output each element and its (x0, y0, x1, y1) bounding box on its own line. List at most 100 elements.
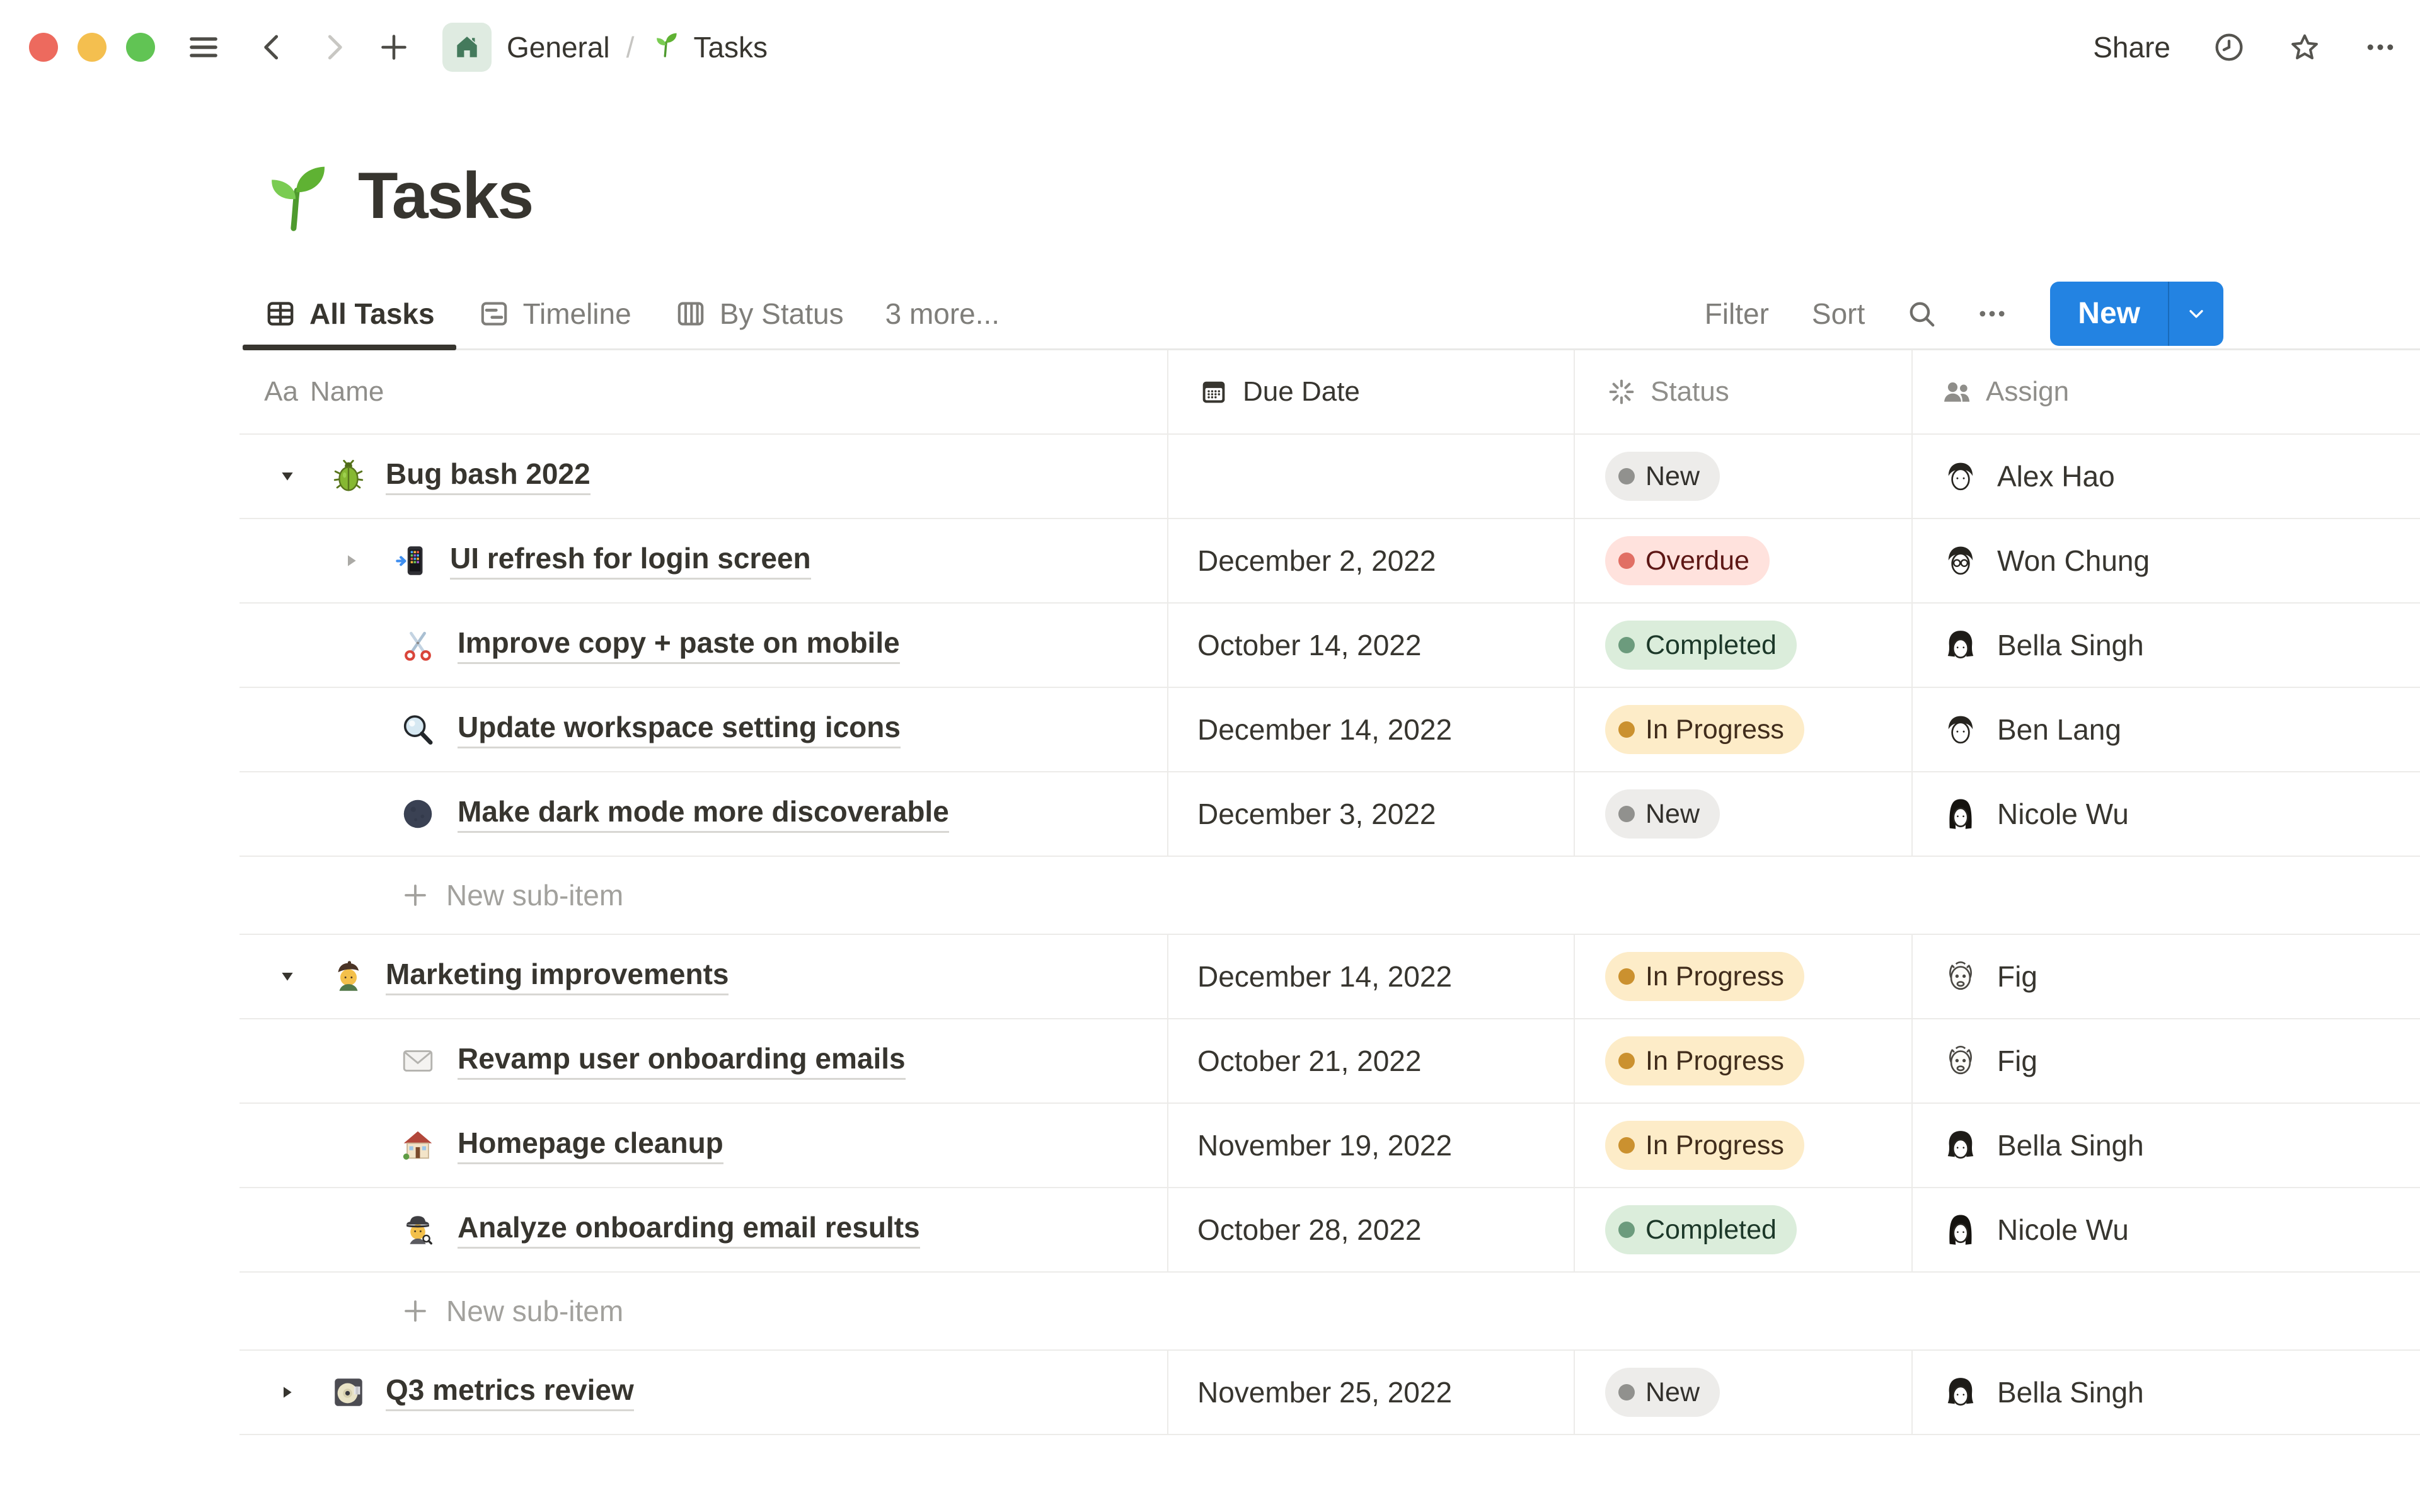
cell-due-date[interactable]: December 14, 2022 (1167, 688, 1574, 771)
cell-status[interactable]: Overdue (1574, 519, 1911, 602)
cell-due-date[interactable]: October 28, 2022 (1167, 1188, 1574, 1271)
cell-status[interactable]: In Progress (1574, 688, 1911, 771)
cell-due-date[interactable]: November 25, 2022 (1167, 1351, 1574, 1434)
status-badge[interactable]: New (1605, 789, 1720, 839)
cell-status[interactable]: In Progress (1574, 1019, 1911, 1102)
close-button[interactable] (29, 33, 58, 62)
toggle-down-icon[interactable] (270, 466, 305, 486)
tab-timeline[interactable]: Timeline (456, 278, 653, 348)
task-name-link[interactable]: Update workspace setting icons (458, 711, 901, 749)
history-clock-icon[interactable] (2212, 30, 2246, 64)
cell-status[interactable]: Completed (1574, 604, 1911, 687)
view-options-icon[interactable] (1957, 295, 2027, 333)
status-badge[interactable]: Completed (1605, 621, 1797, 670)
toggle-right-icon[interactable] (334, 551, 369, 571)
avatar (1940, 956, 1981, 997)
cell-due-date[interactable]: October 14, 2022 (1167, 604, 1574, 687)
text-property-icon: Aa (264, 376, 298, 407)
status-badge[interactable]: New (1605, 452, 1720, 501)
cell-name: Improve copy + paste on mobile (239, 604, 1167, 687)
assignee-name: Nicole Wu (1997, 1213, 2129, 1246)
minimize-button[interactable] (78, 33, 107, 62)
task-name-link[interactable]: Revamp user onboarding emails (458, 1042, 906, 1080)
cell-due-date[interactable]: October 21, 2022 (1167, 1019, 1574, 1102)
toggle-right-icon[interactable] (270, 1382, 305, 1402)
search-icon[interactable] (1886, 295, 1957, 333)
assignee-name: Nicole Wu (1997, 798, 2129, 830)
filter-button[interactable]: Filter (1683, 297, 1790, 331)
status-badge[interactable]: Completed (1605, 1205, 1797, 1254)
breadcrumb-teamspace[interactable]: General (442, 23, 610, 72)
status-badge[interactable]: In Progress (1605, 1036, 1804, 1085)
cell-assign[interactable]: Ben Lang (1911, 688, 2420, 771)
status-badge[interactable]: New (1605, 1368, 1720, 1417)
task-name-link[interactable]: Marketing improvements (386, 958, 729, 996)
cell-status[interactable]: New (1574, 435, 1911, 518)
new-sub-item-button[interactable]: New sub-item (239, 1273, 2420, 1349)
column-header-name[interactable]: Aa Name (239, 350, 1167, 433)
task-name-link[interactable]: Q3 metrics review (386, 1373, 634, 1412)
status-badge[interactable]: In Progress (1605, 952, 1804, 1001)
page-title[interactable]: Tasks (358, 159, 534, 234)
cell-assign[interactable]: Bella Singh (1911, 604, 2420, 687)
cell-assign[interactable]: Fig (1911, 1019, 2420, 1102)
share-button[interactable]: Share (2093, 30, 2170, 64)
cell-name: Analyze onboarding email results (239, 1188, 1167, 1271)
status-badge[interactable]: Overdue (1605, 536, 1770, 585)
cell-assign[interactable]: Bella Singh (1911, 1351, 2420, 1434)
task-name-link[interactable]: Improve copy + paste on mobile (458, 626, 900, 665)
task-name-link[interactable]: Analyze onboarding email results (458, 1211, 920, 1249)
cell-assign[interactable]: Won Chung (1911, 519, 2420, 602)
plus-icon (401, 1297, 430, 1326)
status-label: Completed (1645, 1214, 1777, 1245)
cell-assign[interactable]: Nicole Wu (1911, 772, 2420, 856)
back-icon[interactable] (256, 30, 290, 64)
breadcrumb-page[interactable]: Tasks (650, 29, 768, 66)
tab-by-status[interactable]: By Status (653, 278, 865, 348)
cell-assign[interactable]: Bella Singh (1911, 1104, 2420, 1187)
cell-status[interactable]: Completed (1574, 1188, 1911, 1271)
cell-due-date[interactable]: December 2, 2022 (1167, 519, 1574, 602)
cell-due-date[interactable] (1167, 435, 1574, 518)
task-name-link[interactable]: Homepage cleanup (458, 1126, 723, 1165)
cell-assign[interactable]: Nicole Wu (1911, 1188, 2420, 1271)
sidebar-menu-icon[interactable] (187, 30, 221, 64)
forward-icon[interactable] (316, 30, 350, 64)
cell-status[interactable]: New (1574, 1351, 1911, 1434)
house-garden-emoji (398, 1126, 437, 1165)
assignee-name: Bella Singh (1997, 629, 2144, 662)
column-header-assign[interactable]: Assign (1911, 350, 2420, 433)
cell-status[interactable]: New (1574, 772, 1911, 856)
status-label: New (1645, 1377, 1700, 1407)
new-page-icon[interactable] (377, 30, 411, 64)
cell-name: Revamp user onboarding emails (239, 1019, 1167, 1102)
new-button[interactable]: New (2050, 296, 2168, 331)
column-header-status[interactable]: Status (1574, 350, 1911, 433)
sort-button[interactable]: Sort (1790, 297, 1886, 331)
column-header-due[interactable]: Due Date (1167, 350, 1574, 433)
favorite-star-icon[interactable] (2288, 30, 2322, 64)
cell-assign[interactable]: Alex Hao (1911, 435, 2420, 518)
avatar (1940, 456, 1981, 496)
tab-all-tasks[interactable]: All Tasks (243, 278, 456, 350)
task-name-link[interactable]: Make dark mode more discoverable (458, 795, 949, 833)
status-badge[interactable]: In Progress (1605, 1121, 1804, 1170)
cell-due-date[interactable]: December 3, 2022 (1167, 772, 1574, 856)
new-sub-item-button[interactable]: New sub-item (239, 857, 2420, 934)
cell-assign[interactable]: Fig (1911, 935, 2420, 1018)
toggle-down-icon[interactable] (270, 966, 305, 987)
cell-status[interactable]: In Progress (1574, 1104, 1911, 1187)
table-row: UI refresh for login screen December 2, 2… (239, 519, 2420, 604)
task-name-link[interactable]: UI refresh for login screen (450, 542, 811, 580)
cell-due-date[interactable]: December 14, 2022 (1167, 935, 1574, 1018)
zoom-button[interactable] (126, 33, 155, 62)
cell-status[interactable]: In Progress (1574, 935, 1911, 1018)
page-icon-seedling[interactable] (255, 156, 335, 236)
more-views-button[interactable]: 3 more... (865, 278, 1020, 348)
status-badge[interactable]: In Progress (1605, 705, 1804, 754)
table-row: Q3 metrics review November 25, 2022 New Bel… (239, 1351, 2420, 1435)
new-dropdown-button[interactable] (2168, 281, 2223, 346)
cell-due-date[interactable]: November 19, 2022 (1167, 1104, 1574, 1187)
task-name-link[interactable]: Bug bash 2022 (386, 457, 591, 496)
more-menu-icon[interactable] (2363, 30, 2397, 64)
